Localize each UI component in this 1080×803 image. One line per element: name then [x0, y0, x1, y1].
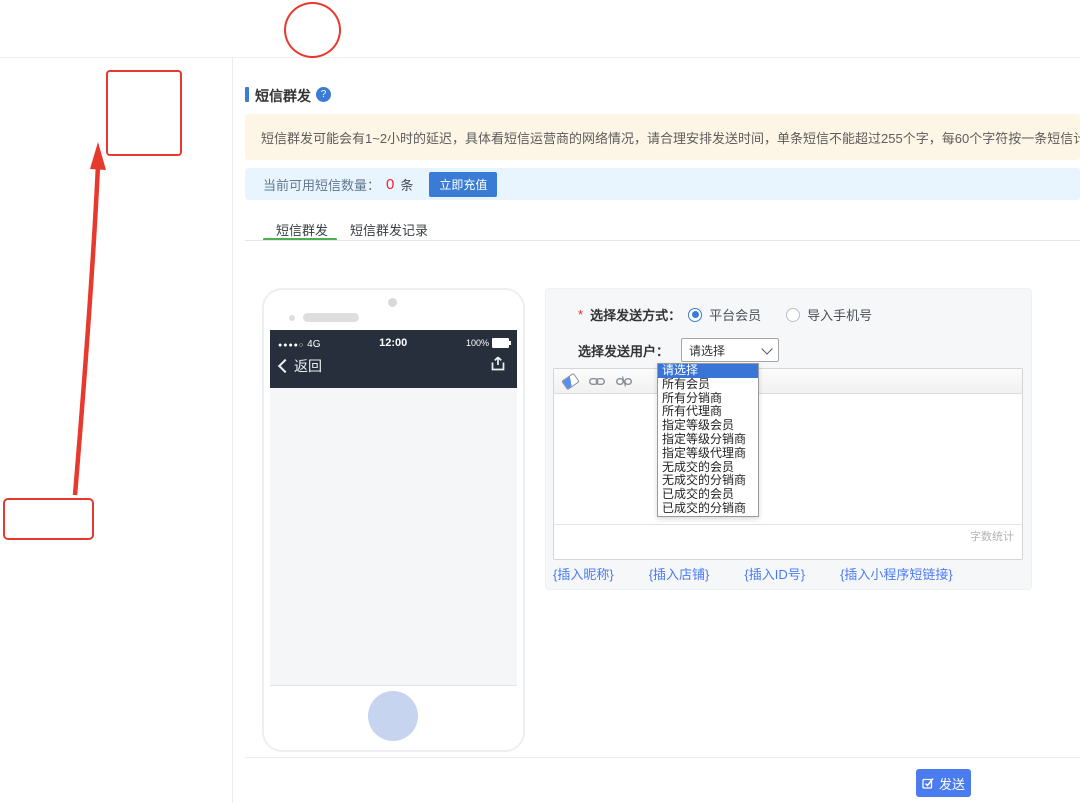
battery-indicator: 100%	[466, 338, 509, 348]
sms-content-input[interactable]	[554, 394, 1022, 524]
dropdown-option[interactable]: 指定等级代理商	[658, 447, 758, 461]
top-navigation-bar	[0, 0, 1080, 58]
user-select[interactable]: 请选择	[681, 338, 779, 362]
user-select-dropdown: 请选择 所有会员 所有分销商 所有代理商 指定等级会员 指定等级分销商 指定等级…	[657, 363, 759, 517]
chevron-left-icon	[278, 359, 292, 373]
phone-status-area: ●●●●○4G 12:00 100% 返回	[270, 330, 517, 388]
dropdown-option[interactable]: 指定等级分销商	[658, 433, 758, 447]
sms-credit-banner: 当前可用短信数量： 0 条 立即充值	[245, 168, 1080, 200]
insert-id-link[interactable]: {插入ID号}	[744, 564, 805, 583]
sms-content-editor: 字数统计	[553, 368, 1023, 560]
credit-value: 0	[386, 176, 394, 193]
send-check-icon	[922, 777, 934, 789]
title-accent-bar	[245, 87, 249, 102]
unlink-icon[interactable]	[616, 376, 632, 387]
share-icon	[489, 355, 507, 377]
phone-home-button	[368, 691, 418, 741]
send-method-row: * 选择发送方式： 平台会员 导入手机号	[578, 305, 890, 324]
dropdown-option[interactable]: 已成交的分销商	[658, 502, 758, 516]
eraser-icon[interactable]	[563, 376, 578, 387]
recharge-button[interactable]: 立即充值	[429, 172, 497, 197]
select-value: 请选择	[689, 342, 725, 359]
phone-nav-bar: 返回	[270, 352, 517, 377]
footer-divider	[245, 757, 1080, 758]
credit-label: 当前可用短信数量：	[263, 175, 380, 194]
page-title: 短信群发	[255, 86, 311, 106]
tab-sms-bulk-records[interactable]: 短信群发记录	[350, 220, 428, 239]
phone-speaker-bar	[303, 313, 359, 322]
link-icon[interactable]	[589, 377, 605, 386]
radio-label-platform-members[interactable]: 平台会员	[709, 305, 761, 324]
insert-store-link[interactable]: {插入店铺}	[649, 564, 710, 583]
tabs-divider	[245, 240, 1080, 241]
phone-time: 12:00	[379, 337, 407, 349]
signal-indicator: ●●●●○4G	[278, 334, 320, 352]
battery-percent: 100%	[466, 338, 489, 348]
word-count-label: 字数统计	[970, 528, 1014, 544]
chevron-down-icon	[761, 343, 772, 354]
dropdown-option[interactable]: 指定等级会员	[658, 419, 758, 433]
send-button[interactable]: 发送	[916, 769, 971, 797]
phone-camera-dot	[388, 298, 397, 307]
back-label: 返回	[294, 356, 322, 376]
editor-status-bar: 字数统计	[554, 524, 1022, 546]
tab-sms-bulk[interactable]: 短信群发	[276, 220, 328, 239]
back-control: 返回	[280, 356, 322, 376]
send-method-label: 选择发送方式：	[590, 305, 681, 324]
send-user-row: 选择发送用户： 请选择	[578, 338, 779, 362]
editor-toolbar	[554, 369, 1022, 394]
battery-icon	[492, 338, 509, 348]
phone-sensor-dot	[289, 315, 295, 321]
dropdown-option[interactable]: 已成交的会员	[658, 488, 758, 502]
warning-text: 短信群发可能会有1~2小时的延迟，具体看短信运营商的网络情况，请合理安排发送时间…	[261, 128, 1080, 147]
send-button-label: 发送	[939, 774, 965, 793]
required-star: *	[578, 307, 583, 322]
send-user-label: 选择发送用户：	[578, 341, 669, 360]
warning-banner: 短信群发可能会有1~2小时的延迟，具体看短信运营商的网络情况，请合理安排发送时间…	[245, 114, 1080, 160]
insert-nickname-link[interactable]: {插入昵称}	[553, 564, 614, 583]
submenu-panel	[95, 57, 233, 803]
radio-platform-members[interactable]	[688, 308, 702, 322]
credit-unit: 条	[400, 175, 413, 194]
dropdown-option[interactable]: 所有会员	[658, 378, 758, 392]
phone-status-bar: ●●●●○4G 12:00 100%	[270, 330, 517, 352]
phone-message-preview	[270, 388, 517, 686]
dropdown-option[interactable]: 请选择	[658, 364, 758, 378]
radio-import-phone[interactable]	[786, 308, 800, 322]
sidebar-marketing-menu	[0, 57, 96, 803]
insert-variable-links: {插入昵称} {插入店铺} {插入ID号} {插入小程序短链接}	[553, 564, 953, 583]
radio-label-import-phone[interactable]: 导入手机号	[807, 305, 872, 324]
help-icon[interactable]: ?	[316, 87, 331, 102]
insert-miniprogram-shortlink[interactable]: {插入小程序短链接}	[840, 564, 953, 583]
